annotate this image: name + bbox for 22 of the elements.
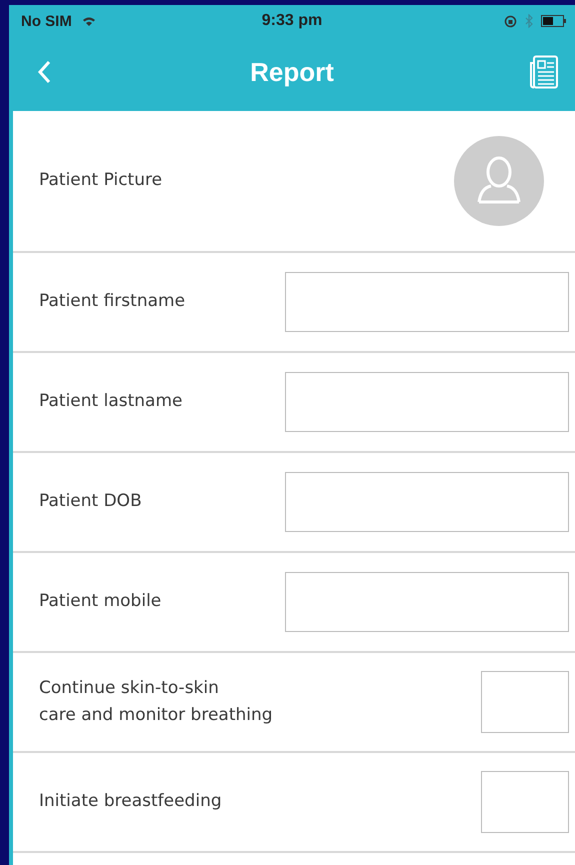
screen-title: Report xyxy=(249,56,335,88)
text-field[interactable] xyxy=(285,572,569,632)
wifi-icon xyxy=(82,16,96,26)
text-field[interactable] xyxy=(285,372,569,432)
checkbox[interactable] xyxy=(481,671,569,733)
field-label: Patient mobile xyxy=(39,590,162,614)
clock-time: 9:33 pm xyxy=(260,12,324,30)
field-label: Patient lastname xyxy=(39,390,182,414)
lock-rotation-icon xyxy=(504,14,517,28)
field-label: Patient DOB xyxy=(39,490,142,514)
battery-icon xyxy=(541,15,567,27)
field-label: Patient Picture xyxy=(39,169,162,192)
field-label: Patient firstname xyxy=(39,290,186,314)
field-label: Continue skin-to-skin care and monitor breathing xyxy=(39,676,273,727)
carrier-label: No SIM xyxy=(21,12,72,30)
back-icon[interactable] xyxy=(37,60,51,84)
text-field[interactable] xyxy=(285,272,569,332)
bluetooth-icon xyxy=(525,14,533,28)
field-label: Initiate breastfeeding xyxy=(39,790,222,814)
checkbox[interactable] xyxy=(481,771,569,833)
text-field[interactable] xyxy=(285,472,569,532)
newspaper-icon[interactable] xyxy=(529,55,559,89)
